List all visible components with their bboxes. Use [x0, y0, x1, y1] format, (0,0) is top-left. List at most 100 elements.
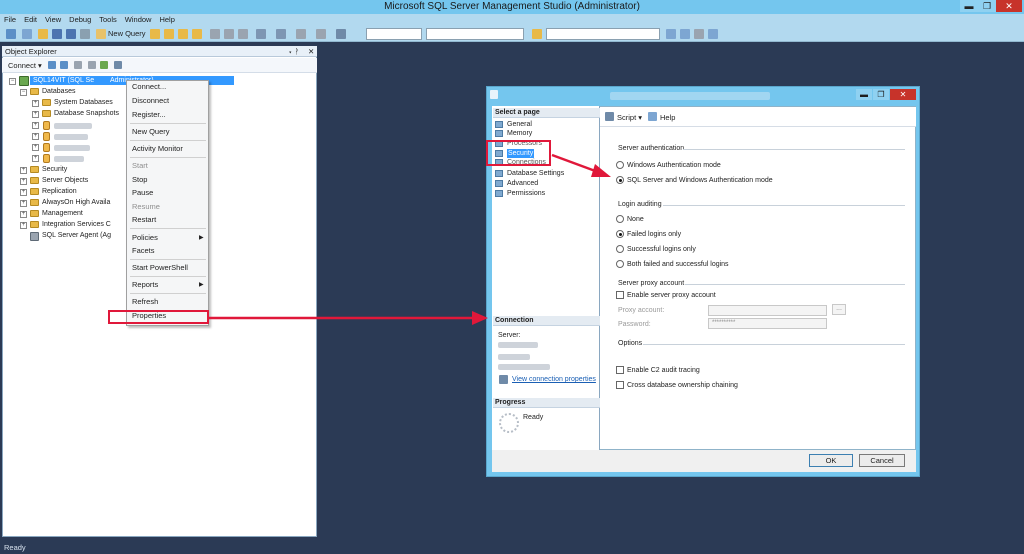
page-general[interactable]: General	[495, 120, 532, 129]
pin-icon[interactable]: ▾ ᚹ	[288, 47, 299, 56]
new-query-button[interactable]: New Query	[108, 29, 146, 39]
restore-button[interactable]: ❐	[978, 0, 996, 12]
expand-icon[interactable]: +	[20, 178, 27, 185]
ctx-register[interactable]: Register...	[132, 110, 166, 120]
redo-icon[interactable]	[276, 29, 286, 39]
expand-icon[interactable]: +	[32, 100, 39, 107]
panel-close-icon[interactable]: ✕	[308, 47, 314, 56]
ctx-reports[interactable]: Reports	[132, 280, 158, 290]
expand-icon[interactable]: +	[32, 144, 39, 151]
tree-replication[interactable]: Replication	[42, 187, 77, 197]
properties-window-icon[interactable]	[680, 29, 690, 39]
disconnect-icon[interactable]	[60, 61, 68, 69]
undo-icon[interactable]	[256, 29, 266, 39]
copy-icon[interactable]	[224, 29, 234, 39]
ctx-start-powershell[interactable]: Start PowerShell	[132, 263, 188, 273]
menu-tools[interactable]: Tools	[99, 14, 117, 26]
tree-server-objects[interactable]: Server Objects	[42, 176, 88, 186]
new-query-icon[interactable]	[96, 29, 106, 39]
proxy-account-input[interactable]	[708, 305, 827, 316]
view-connection-properties-link[interactable]: View connection properties	[512, 375, 596, 384]
ctx-policies[interactable]: Policies	[132, 233, 158, 243]
audit-none-label[interactable]: None	[627, 215, 644, 224]
add-item-icon[interactable]	[22, 29, 32, 39]
solution-explorer-icon[interactable]	[666, 29, 676, 39]
menu-edit[interactable]: Edit	[24, 14, 37, 26]
open-file-icon[interactable]	[38, 29, 48, 39]
ctx-pause[interactable]: Pause	[132, 188, 153, 198]
expand-icon[interactable]: +	[20, 222, 27, 229]
page-database-settings[interactable]: Database Settings	[495, 169, 564, 178]
toolbox-icon[interactable]	[694, 29, 704, 39]
dmx-query-icon[interactable]	[192, 29, 202, 39]
paste-icon[interactable]	[238, 29, 248, 39]
menu-file[interactable]: File	[4, 14, 16, 26]
tree-databases[interactable]: Databases	[42, 87, 75, 97]
filter-icon[interactable]	[88, 61, 96, 69]
collapse-icon[interactable]: −	[20, 89, 27, 96]
tree-management[interactable]: Management	[42, 209, 83, 219]
c2-audit-checkbox[interactable]	[616, 366, 624, 374]
save-icon[interactable]	[52, 29, 62, 39]
ctx-new-query[interactable]: New Query	[132, 127, 170, 137]
password-input[interactable]: **********	[708, 318, 827, 329]
cancel-button[interactable]: Cancel	[859, 454, 905, 467]
expand-icon[interactable]: +	[32, 122, 39, 129]
audit-both-radio[interactable]	[616, 260, 624, 268]
audit-both-label[interactable]: Both failed and successful logins	[627, 260, 729, 269]
tree-alwayson[interactable]: AlwaysOn High Availa	[42, 198, 110, 208]
page-memory[interactable]: Memory	[495, 129, 532, 138]
activity-icon[interactable]	[114, 61, 122, 69]
find-in-files-icon[interactable]	[532, 29, 542, 39]
audit-success-radio[interactable]	[616, 245, 624, 253]
options-icon[interactable]	[708, 29, 718, 39]
ctx-disconnect[interactable]: Disconnect	[132, 96, 169, 106]
navigate-forward-icon[interactable]	[316, 29, 326, 39]
audit-failed-radio[interactable]	[616, 230, 624, 238]
audit-none-radio[interactable]	[616, 215, 624, 223]
dialog-close-button[interactable]: ✕	[890, 89, 916, 100]
redacted-database-name[interactable]	[54, 145, 90, 151]
mixed-auth-radio[interactable]	[616, 176, 624, 184]
script-button[interactable]: Script ▾	[617, 113, 642, 122]
expand-icon[interactable]: +	[20, 200, 27, 207]
ctx-stop[interactable]: Stop	[132, 175, 147, 185]
dialog-maximize-button[interactable]: ❐	[873, 89, 889, 100]
proxy-browse-button[interactable]: ...	[832, 304, 846, 315]
menu-debug[interactable]: Debug	[69, 14, 91, 26]
db-engine-query-icon[interactable]	[150, 29, 160, 39]
minimize-button[interactable]: ▬	[960, 0, 978, 12]
tree-system-databases[interactable]: System Databases	[54, 98, 113, 108]
windows-auth-radio[interactable]	[616, 161, 624, 169]
audit-failed-label[interactable]: Failed logins only	[627, 230, 681, 239]
ctx-restart[interactable]: Restart	[132, 215, 156, 225]
collapse-icon[interactable]: −	[9, 78, 16, 85]
expand-icon[interactable]: +	[20, 167, 27, 174]
connect-icon[interactable]	[48, 61, 56, 69]
page-permissions[interactable]: Permissions	[495, 189, 545, 198]
ok-button[interactable]: OK	[809, 454, 853, 467]
audit-success-label[interactable]: Successful logins only	[627, 245, 696, 254]
dialog-minimize-button[interactable]: ▬	[856, 89, 872, 100]
cross-db-label[interactable]: Cross database ownership chaining	[627, 381, 738, 390]
mixed-auth-label[interactable]: SQL Server and Windows Authentication mo…	[627, 176, 773, 185]
expand-icon[interactable]: +	[20, 211, 27, 218]
page-advanced[interactable]: Advanced	[495, 179, 538, 188]
server-node-label[interactable]: SQL14VIT (SQL Se	[33, 76, 94, 86]
enable-proxy-label[interactable]: Enable server proxy account	[627, 291, 716, 300]
redacted-database-name[interactable]	[54, 123, 92, 129]
ctx-connect[interactable]: Connect...	[132, 82, 166, 92]
menu-help[interactable]: Help	[159, 14, 174, 26]
c2-audit-label[interactable]: Enable C2 audit tracing	[627, 366, 700, 375]
refresh-icon[interactable]	[100, 61, 108, 69]
windows-auth-label[interactable]: Windows Authentication mode	[627, 161, 721, 170]
ctx-activity-monitor[interactable]: Activity Monitor	[132, 144, 183, 154]
solution-config-dropdown[interactable]	[366, 28, 422, 40]
save-all-icon[interactable]	[66, 29, 76, 39]
tree-database-snapshots[interactable]: Database Snapshots	[54, 109, 119, 119]
tree-sql-server-agent[interactable]: SQL Server Agent (Ag	[42, 231, 111, 241]
find-dropdown[interactable]	[546, 28, 660, 40]
cut-icon[interactable]	[210, 29, 220, 39]
enable-proxy-checkbox[interactable]	[616, 291, 624, 299]
redacted-database-name[interactable]	[54, 134, 88, 140]
